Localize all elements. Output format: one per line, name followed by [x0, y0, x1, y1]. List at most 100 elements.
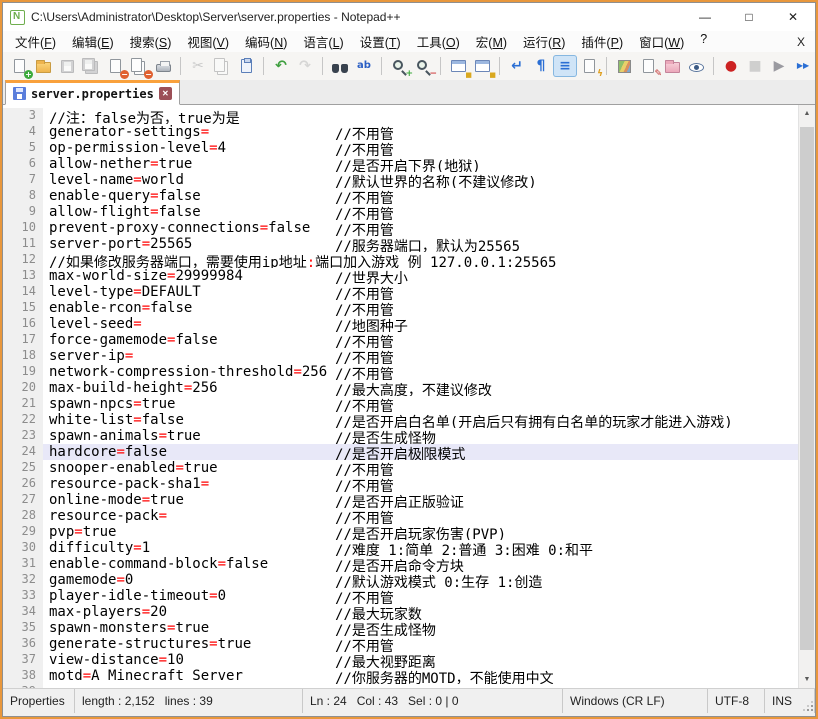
editor-line[interactable]: 12//如果修改服务器端口，需要使用ip地址:端口加入游戏 例 127.0.0.…	[3, 252, 798, 268]
line-number[interactable]: 34	[3, 604, 43, 620]
editor-line[interactable]: 31enable-command-block=false//是否开启命令方块	[3, 556, 798, 572]
editor-line[interactable]: 19network-compression-threshold=256//不用管	[3, 364, 798, 380]
menu-view[interactable]: 视图(V)	[179, 30, 237, 53]
show-all-characters-icon[interactable]: ¶	[529, 55, 553, 77]
menu-run[interactable]: 运行(R)	[515, 30, 573, 53]
editor-line[interactable]: 9allow-flight=false//不用管	[3, 204, 798, 220]
line-number[interactable]: 13	[3, 268, 43, 284]
cut-icon[interactable]: ✂	[186, 55, 210, 77]
editor-line[interactable]: 6allow-nether=true//是否开启下界(地狱)	[3, 156, 798, 172]
tab-close-icon[interactable]: ✕	[159, 87, 172, 100]
replace-icon[interactable]: ab	[352, 55, 376, 77]
editor-line[interactable]: 8enable-query=false//不用管	[3, 188, 798, 204]
line-number[interactable]: 25	[3, 460, 43, 476]
line-number[interactable]: 17	[3, 332, 43, 348]
editor-line[interactable]: 25snooper-enabled=true//不用管	[3, 460, 798, 476]
editor-line[interactable]: 36generate-structures=true//不用管	[3, 636, 798, 652]
editor-line[interactable]: 33player-idle-timeout=0//不用管	[3, 588, 798, 604]
editor-line[interactable]: 34max-players=20//最大玩家数	[3, 604, 798, 620]
line-number[interactable]: 30	[3, 540, 43, 556]
macro-stop-icon[interactable]: ■	[743, 55, 767, 77]
copy-icon[interactable]	[210, 55, 234, 77]
line-number[interactable]: 6	[3, 156, 43, 172]
sync-horizontal-icon[interactable]: ■	[470, 55, 494, 77]
line-number[interactable]: 38	[3, 668, 43, 684]
line-number[interactable]: 28	[3, 508, 43, 524]
open-folder-icon[interactable]	[31, 55, 55, 77]
line-number[interactable]: 24	[3, 444, 43, 460]
line-number[interactable]: 29	[3, 524, 43, 540]
line-number[interactable]: 31	[3, 556, 43, 572]
paste-icon[interactable]	[234, 55, 258, 77]
monitoring-icon[interactable]	[684, 55, 708, 77]
find-icon[interactable]	[328, 55, 352, 77]
editor-line[interactable]: 28resource-pack=//不用管	[3, 508, 798, 524]
undo-icon[interactable]: ↶	[269, 55, 293, 77]
close-document-button[interactable]: X	[787, 35, 815, 49]
editor[interactable]: 3//注：false为否，true为是4generator-settings=/…	[3, 105, 815, 688]
menu-encoding[interactable]: 编码(N)	[237, 30, 295, 53]
line-number[interactable]: 32	[3, 572, 43, 588]
tab-server-properties[interactable]: server.properties ✕	[5, 80, 180, 105]
line-number[interactable]: 35	[3, 620, 43, 636]
line-number[interactable]: 7	[3, 172, 43, 188]
macro-run-multiple-icon[interactable]: ▶▶	[791, 55, 815, 77]
macro-record-icon[interactable]: ●	[719, 55, 743, 77]
editor-line[interactable]: 18server-ip=//不用管	[3, 348, 798, 364]
line-number[interactable]: 5	[3, 140, 43, 156]
scroll-down-icon[interactable]: ▼	[799, 671, 815, 688]
line-number[interactable]: 10	[3, 220, 43, 236]
vertical-scrollbar[interactable]: ▲ ▼	[798, 105, 815, 688]
line-number[interactable]: 33	[3, 588, 43, 604]
editor-line[interactable]: 16level-seed=//地图种子	[3, 316, 798, 332]
menu-search[interactable]: 搜索(S)	[122, 30, 180, 53]
resize-grip-icon[interactable]	[803, 701, 813, 711]
menu-file[interactable]: 文件(F)	[7, 30, 64, 53]
editor-line[interactable]: 35spawn-monsters=true//是否生成怪物	[3, 620, 798, 636]
save-all-icon[interactable]	[79, 55, 103, 77]
redo-icon[interactable]: ↷	[293, 55, 317, 77]
editor-line[interactable]: 30difficulty=1//难度 1:简单 2:普通 3:困难 0:和平	[3, 540, 798, 556]
line-number[interactable]: 4	[3, 124, 43, 140]
editor-line[interactable]: 26resource-pack-sha1=//不用管	[3, 476, 798, 492]
line-number[interactable]: 14	[3, 284, 43, 300]
line-number[interactable]: 20	[3, 380, 43, 396]
editor-line[interactable]: 5op-permission-level=4//不用管	[3, 140, 798, 156]
line-number[interactable]: 26	[3, 476, 43, 492]
editor-line[interactable]: 21spawn-npcs=true//不用管	[3, 396, 798, 412]
close-file-icon[interactable]: −	[103, 55, 127, 77]
editor-line[interactable]: 37view-distance=10//最大视野距离	[3, 652, 798, 668]
scroll-up-icon[interactable]: ▲	[799, 105, 815, 122]
line-number[interactable]: 22	[3, 412, 43, 428]
editor-line[interactable]: 23spawn-animals=true//是否生成怪物	[3, 428, 798, 444]
print-icon[interactable]	[151, 55, 175, 77]
close-all-files-icon[interactable]: −	[127, 55, 151, 77]
minimize-button[interactable]: —	[683, 3, 727, 31]
macro-save-icon[interactable]	[815, 55, 816, 77]
editor-line[interactable]: 27online-mode=true//是否开启正版验证	[3, 492, 798, 508]
menu-help[interactable]: ?	[692, 30, 715, 53]
editor-line[interactable]: 20max-build-height=256//最大高度，不建议修改	[3, 380, 798, 396]
line-number[interactable]: 8	[3, 188, 43, 204]
folder-as-workspace-icon[interactable]	[660, 55, 684, 77]
document-list-icon[interactable]: ✎	[636, 55, 660, 77]
line-number[interactable]: 21	[3, 396, 43, 412]
editor-line[interactable]: 4generator-settings=//不用管	[3, 124, 798, 140]
macro-play-icon[interactable]: ▶	[767, 55, 791, 77]
editor-line[interactable]: 29pvp=true//是否开启玩家伤害(PVP)	[3, 524, 798, 540]
editor-line[interactable]: 22white-list=false//是否开启白名单(开启后只有拥有白名单的玩…	[3, 412, 798, 428]
editor-line[interactable]: 24hardcore=false//是否开启极限模式	[3, 444, 798, 460]
close-button[interactable]: ✕	[771, 3, 815, 31]
editor-line[interactable]: 38motd=A Minecraft Server//你服务器的MOTD，不能使…	[3, 668, 798, 684]
line-number[interactable]: 27	[3, 492, 43, 508]
scrollbar-thumb[interactable]	[800, 127, 814, 650]
menu-edit[interactable]: 编辑(E)	[64, 30, 122, 53]
line-number[interactable]: 11	[3, 236, 43, 252]
document-map-icon[interactable]	[612, 55, 636, 77]
line-number[interactable]: 12	[3, 252, 43, 268]
editor-line[interactable]: 3//注：false为否，true为是	[3, 108, 798, 124]
zoom-out-icon[interactable]: −	[411, 55, 435, 77]
word-wrap-icon[interactable]: ↵	[505, 55, 529, 77]
editor-line[interactable]: 14level-type=DEFAULT//不用管	[3, 284, 798, 300]
menu-tools[interactable]: 工具(O)	[409, 30, 468, 53]
